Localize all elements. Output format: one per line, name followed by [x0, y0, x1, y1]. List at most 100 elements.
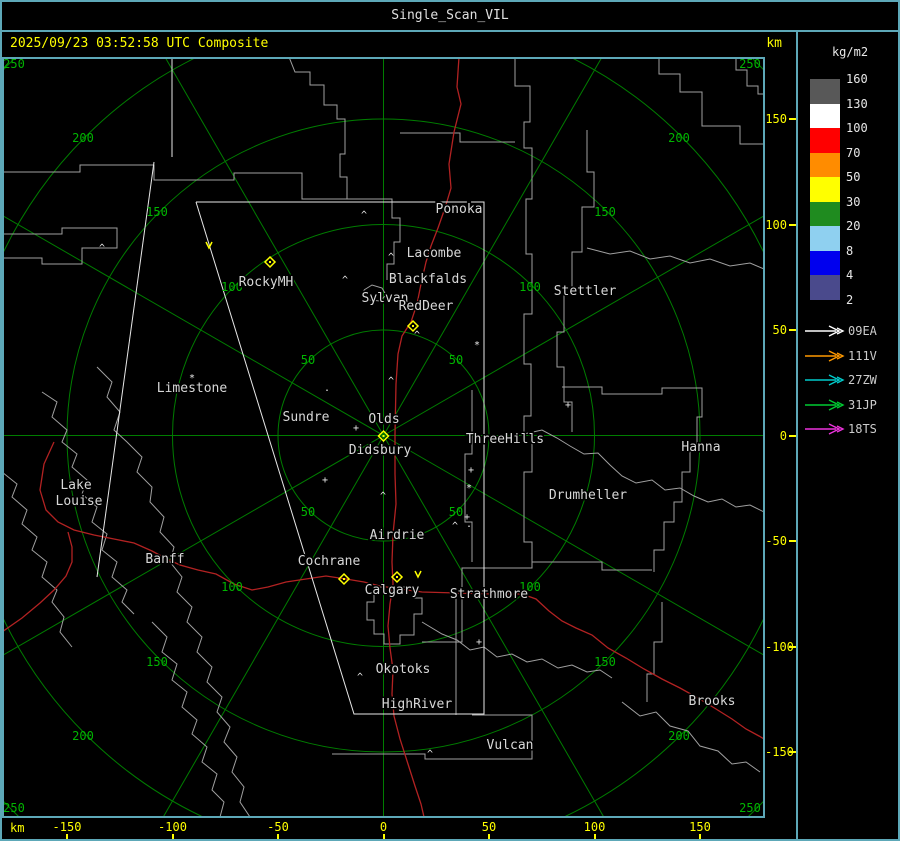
- range-label: 50: [301, 353, 315, 367]
- town-marker: .: [324, 383, 330, 394]
- legend-scale-label: 160: [846, 72, 868, 86]
- city-label: Airdrie: [370, 528, 425, 543]
- boundary-line: [646, 602, 663, 702]
- city-label: Blackfalds: [389, 272, 467, 287]
- right-axis-tick: [789, 540, 796, 542]
- bottom-axis-tick: [488, 834, 490, 839]
- legend-scale-label: 8: [846, 243, 854, 258]
- range-label: 150: [146, 205, 168, 219]
- title-bar: Single_Scan_VIL: [2, 2, 898, 32]
- legend-scale-label: 30: [846, 194, 861, 209]
- city-label: Olds: [368, 412, 399, 427]
- right-axis-tick-label: -100: [765, 639, 794, 654]
- legend-scale-label: 20: [846, 219, 861, 233]
- right-axis-tick-label: 50: [772, 323, 787, 337]
- track-arrow-icon: [805, 374, 845, 386]
- window-title: Single_Scan_VIL: [391, 8, 509, 23]
- legend-scale-label: 2: [846, 292, 854, 307]
- city-label: Louise: [56, 494, 103, 509]
- right-axis-tick-label: -50: [765, 534, 787, 548]
- boundary-line: [151, 621, 225, 816]
- track-id-label: 111V: [848, 348, 877, 363]
- town-marker: +: [476, 637, 482, 648]
- bottom-axis: km -150 -100 -50 0 50 100 150: [2, 818, 796, 839]
- legend-unit-label: kg/m2: [831, 45, 869, 59]
- city-label: HighRiver: [382, 697, 453, 712]
- track-arrow-icon: [805, 325, 845, 337]
- radial-line: [163, 435, 384, 816]
- right-axis: 150 100 50 0 -50 -100 -150: [765, 57, 796, 818]
- boundary-line: [586, 247, 763, 270]
- road-line: [4, 531, 73, 632]
- track-arrow-icon: [805, 349, 845, 362]
- town-marker: ^: [380, 491, 386, 502]
- legend-color-box: [810, 103, 840, 128]
- legend-color-box: [810, 275, 840, 300]
- track-arrow-icon: [805, 398, 845, 411]
- map-frame: 50 100 150 200 250 50 100 150 200 250 50 100 150 200 2…: [2, 57, 765, 818]
- radar-site-dot: [396, 576, 398, 578]
- range-label: 250: [739, 801, 761, 815]
- right-axis-tick-label: 0: [779, 428, 787, 443]
- city-label: Brooks: [689, 694, 736, 709]
- right-axis-tick: [789, 434, 796, 437]
- track-arrow-icon: [805, 423, 845, 435]
- bottom-axis-tick-label: -150: [52, 820, 82, 834]
- right-axis-tick: [789, 751, 796, 753]
- legend-scale-label: 4: [846, 268, 854, 282]
- range-label: 250: [4, 801, 25, 815]
- legend-scale-label: 100: [846, 121, 868, 135]
- city-label: RockyMH: [239, 275, 294, 290]
- city-label: Sundre: [283, 410, 330, 425]
- app-window: Single_Scan_VIL 2025/09/23 03:52:58 UTC …: [0, 0, 900, 841]
- town-marker: ^: [99, 243, 105, 254]
- city-label: RedDeer: [399, 299, 454, 314]
- legend-color-box: [810, 226, 840, 251]
- boundary-line: [621, 701, 761, 773]
- town-marker: ^: [414, 330, 420, 341]
- road-line: [392, 587, 763, 740]
- bottom-axis-tick: [171, 834, 174, 839]
- town-marker: *: [474, 340, 480, 351]
- city-label: Limestone: [157, 381, 228, 396]
- bottom-axis-tick-label: -100: [158, 820, 187, 834]
- scan-area-outline: [96, 161, 155, 578]
- bottom-axis-tick: [277, 834, 279, 839]
- city-label: Ponoka: [436, 202, 483, 217]
- range-label: 200: [668, 131, 690, 145]
- legend-color-box: [810, 250, 840, 275]
- radar-map[interactable]: 5010015020025050100150200250501001502002…: [4, 59, 763, 816]
- town-marker: ^: [361, 210, 367, 221]
- right-axis-tick-label: -150: [765, 745, 794, 759]
- range-label: 250: [4, 59, 25, 71]
- town-marker: ^: [452, 521, 458, 532]
- range-label: 150: [594, 205, 616, 219]
- town-marker: +: [322, 475, 328, 486]
- track-id-label: 27ZW: [848, 373, 877, 387]
- bottom-axis-tick: [382, 834, 385, 839]
- right-axis-tick-label: 150: [765, 112, 787, 126]
- storm-vector-marker: [414, 570, 422, 579]
- city-label: Strathmore: [450, 587, 528, 602]
- legend-color-box: [810, 177, 840, 202]
- town-marker: .: [466, 519, 472, 530]
- boundary-line: [422, 434, 533, 643]
- legend-panel: kg/m2 160 130 100 70 50 30 20 8 4 2 09EA 111V 27ZW 31…: [798, 32, 898, 839]
- city-label: Drumheller: [549, 488, 627, 503]
- city-label: Calgary: [365, 583, 420, 598]
- town-marker: ^: [342, 275, 348, 286]
- range-label: 100: [519, 280, 541, 294]
- timestamp: 2025/09/23 03:52:58 UTC Composite: [10, 36, 269, 51]
- bottom-axis-tick-label: 0: [379, 820, 388, 834]
- city-label: Cochrane: [298, 554, 361, 569]
- bottom-axis-tick-label: 50: [481, 820, 497, 834]
- town-marker: ^: [388, 252, 394, 263]
- range-label: 50: [301, 505, 315, 519]
- bottom-axis-tick-label: 150: [689, 820, 711, 834]
- legend-color-box: [810, 152, 840, 177]
- town-marker: ^: [357, 672, 363, 683]
- legend-color-box: [810, 79, 840, 104]
- town-marker: ^: [388, 376, 394, 387]
- range-label: 100: [221, 580, 243, 594]
- city-label: Lake: [60, 478, 91, 493]
